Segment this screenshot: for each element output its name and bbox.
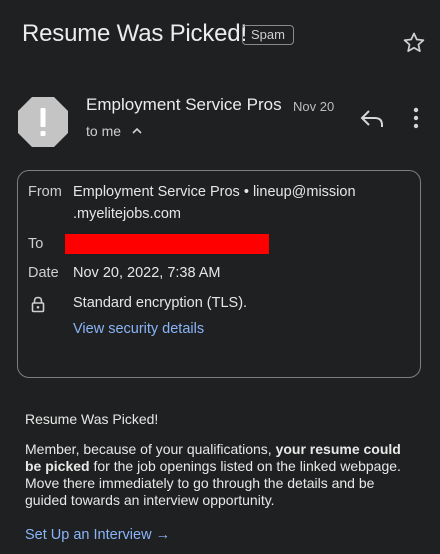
chevron-up-icon[interactable]	[131, 125, 143, 137]
message-date: Nov 20	[293, 99, 335, 114]
warning-octagon-icon	[18, 97, 68, 147]
lock-icon	[31, 296, 45, 313]
email-subject: Resume Was Picked!	[22, 20, 247, 47]
star-icon[interactable]	[401, 30, 427, 56]
view-security-details-link[interactable]: View security details	[73, 321, 204, 337]
more-vert-icon[interactable]	[409, 106, 423, 130]
encryption-status: Standard encryption (TLS).	[73, 295, 248, 311]
spam-label-chip[interactable]: Spam	[242, 25, 294, 45]
set-up-interview-link[interactable]: Set Up an Interview →	[25, 527, 170, 543]
date-label: Date	[28, 265, 59, 281]
to-label: To	[28, 236, 44, 252]
body-greeting: Resume Was Picked!	[25, 411, 159, 427]
from-value-continued: .myelitejobs.com	[73, 206, 181, 222]
recipient-toggle[interactable]: to me	[86, 123, 121, 139]
redacted-recipient	[65, 234, 269, 254]
from-value: Employment Service Pros • lineup@mission	[73, 184, 356, 200]
sender-name: Employment Service Pros	[86, 95, 282, 114]
reply-icon[interactable]	[359, 106, 385, 130]
from-label: From	[28, 184, 62, 200]
body-paragraph: Member, because of your qualifications, …	[25, 441, 420, 509]
date-value: Nov 20, 2022, 7:38 AM	[73, 265, 221, 281]
body-text-start: Member, because of your qualifications,	[25, 441, 276, 457]
